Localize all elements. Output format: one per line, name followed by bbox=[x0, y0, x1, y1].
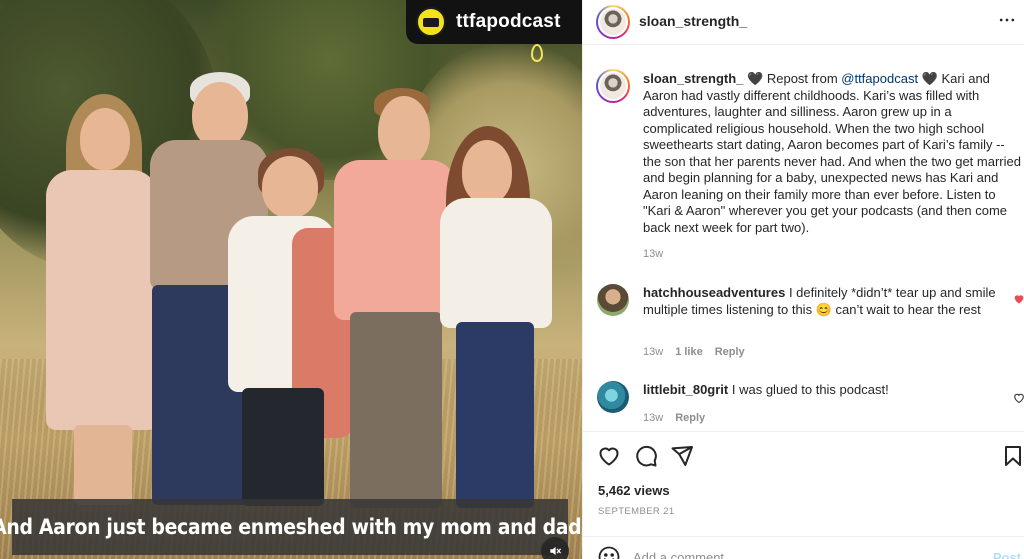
comment-like-heart-icon[interactable] bbox=[1013, 292, 1024, 304]
emoji-icon[interactable] bbox=[596, 544, 622, 559]
comment-like-heart-icon[interactable] bbox=[1013, 391, 1024, 404]
caption-timestamp[interactable]: 13w bbox=[643, 248, 663, 260]
post-comment-button[interactable]: Post bbox=[993, 550, 1021, 559]
commenter-avatar[interactable] bbox=[597, 284, 629, 316]
commenter-avatar[interactable] bbox=[597, 381, 629, 413]
comment-username[interactable]: hatchhouseadventures bbox=[643, 285, 785, 300]
post-header: sloan_strength_ bbox=[583, 0, 1024, 45]
black-heart-emoji: 🖤 bbox=[921, 71, 938, 86]
video-subtitle: And Aaron just became enmeshed with my m… bbox=[0, 515, 582, 539]
repost-account-tag[interactable]: ttfapodcast bbox=[406, 0, 582, 44]
heart-icon[interactable] bbox=[596, 443, 622, 469]
add-comment-input[interactable] bbox=[633, 550, 933, 559]
black-heart-emoji: 🖤 bbox=[747, 71, 764, 86]
comment-item: hatchhouseadventures I definitely *didn’… bbox=[643, 285, 1003, 318]
podcast-logo bbox=[416, 7, 446, 37]
speaker-muted-icon[interactable] bbox=[541, 537, 569, 559]
more-options-icon[interactable] bbox=[997, 10, 1017, 30]
view-count[interactable]: 5,462 views bbox=[598, 483, 670, 498]
comments-scroll-area[interactable]: sloan_strength_ 🖤 Repost from @ttfapodca… bbox=[583, 46, 1024, 431]
comment-text: I was glued to this podcast! bbox=[731, 382, 889, 397]
post-actions: 5,462 views SEPTEMBER 21 Post bbox=[583, 431, 1024, 559]
comment-item: littlebit_80grit I was glued to this pod… bbox=[643, 382, 1003, 399]
comment-meta: 13w Reply bbox=[643, 412, 705, 424]
decorative-sticker bbox=[531, 44, 543, 62]
comment-timestamp[interactable]: 13w bbox=[643, 412, 663, 424]
caption-text: Kari and Aaron had vastly different chil… bbox=[643, 71, 1021, 235]
repost-account-name: ttfapodcast bbox=[456, 11, 561, 32]
avatar[interactable] bbox=[596, 5, 630, 39]
bookmark-icon[interactable] bbox=[1000, 443, 1024, 469]
comment-likes-count[interactable]: 1 like bbox=[675, 346, 703, 358]
post-media[interactable]: ttfapodcast And Aaron just became enmesh… bbox=[0, 0, 582, 559]
comment-reply-button[interactable]: Reply bbox=[675, 412, 705, 424]
send-icon[interactable] bbox=[669, 443, 695, 469]
caption-repost-prefix: Repost from bbox=[763, 71, 842, 86]
caption-mention-link[interactable]: @ttfapodcast bbox=[841, 71, 918, 86]
post-caption: sloan_strength_ 🖤 Repost from @ttfapodca… bbox=[643, 71, 1023, 236]
comment-reply-button[interactable]: Reply bbox=[715, 346, 745, 358]
comment-timestamp[interactable]: 13w bbox=[643, 346, 663, 358]
video-subtitle-bar: And Aaron just became enmeshed with my m… bbox=[0, 499, 582, 555]
author-username[interactable]: sloan_strength_ bbox=[639, 13, 747, 29]
caption-username[interactable]: sloan_strength_ bbox=[643, 71, 743, 86]
caption-avatar[interactable] bbox=[596, 69, 630, 103]
post-date[interactable]: SEPTEMBER 21 bbox=[598, 506, 675, 517]
comment-icon[interactable] bbox=[633, 443, 659, 469]
add-comment-row: Post bbox=[583, 536, 1024, 559]
comment-meta: 13w 1 like Reply bbox=[643, 346, 745, 358]
post-details-panel: sloan_strength_ sloan_strength_ 🖤 Repost… bbox=[582, 0, 1024, 559]
comment-username[interactable]: littlebit_80grit bbox=[643, 382, 728, 397]
